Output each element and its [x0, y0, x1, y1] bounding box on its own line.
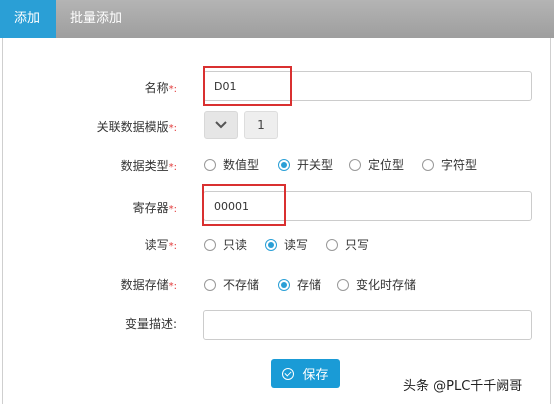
tab-batch-add[interactable]: 批量添加: [56, 0, 136, 38]
data-type-label: 数据类型*:: [120, 159, 177, 173]
radio-circle: [337, 278, 349, 291]
radio-circle: [265, 238, 277, 251]
radio-circle: [326, 238, 338, 251]
radio-circle: [422, 158, 434, 171]
radio-no-storage[interactable]: 不存储: [204, 276, 259, 293]
required-mark: *:: [168, 123, 177, 134]
tab-add[interactable]: 添加: [0, 0, 56, 38]
required-mark: *:: [168, 281, 177, 292]
radio-write-only[interactable]: 只写: [326, 236, 369, 253]
watermark: 头条 @PLC千千阙哥: [403, 379, 523, 394]
name-label: 名称*:: [144, 81, 177, 95]
template-dropdown-button[interactable]: [204, 111, 238, 139]
rw-label: 读写*:: [144, 238, 177, 252]
required-mark: *:: [168, 84, 177, 95]
name-highlight-box: [203, 66, 292, 106]
radio-read-write[interactable]: 读写: [265, 236, 308, 253]
register-label: 寄存器*:: [132, 201, 177, 215]
template-value: 1: [244, 111, 278, 139]
radio-circle: [349, 158, 361, 171]
radio-circle: [278, 278, 290, 291]
radio-change-storage[interactable]: 变化时存储: [337, 276, 416, 293]
save-button[interactable]: 保存: [271, 359, 340, 388]
required-mark: *:: [168, 204, 177, 215]
chevron-down-icon: [215, 121, 227, 129]
tab-bar: 添加 批量添加: [0, 0, 554, 38]
required-mark: *:: [168, 162, 177, 173]
storage-label: 数据存储*:: [120, 278, 177, 292]
radio-position[interactable]: 定位型: [349, 156, 404, 173]
template-label: 关联数据模版*:: [96, 120, 177, 134]
radio-numeric[interactable]: 数值型: [204, 156, 259, 173]
radio-storage[interactable]: 存储: [278, 276, 321, 293]
required-mark: *:: [168, 241, 177, 252]
radio-circle: [204, 238, 216, 251]
radio-read-only[interactable]: 只读: [204, 236, 247, 253]
radio-circle: [204, 158, 216, 171]
check-circle-icon: [282, 367, 295, 380]
radio-switch[interactable]: 开关型: [278, 156, 333, 173]
radio-circle: [204, 278, 216, 291]
radio-string[interactable]: 字符型: [422, 156, 477, 173]
description-label: 变量描述:: [124, 317, 177, 331]
radio-circle: [278, 158, 290, 171]
description-input[interactable]: [203, 310, 532, 340]
register-highlight-box: [202, 184, 286, 226]
